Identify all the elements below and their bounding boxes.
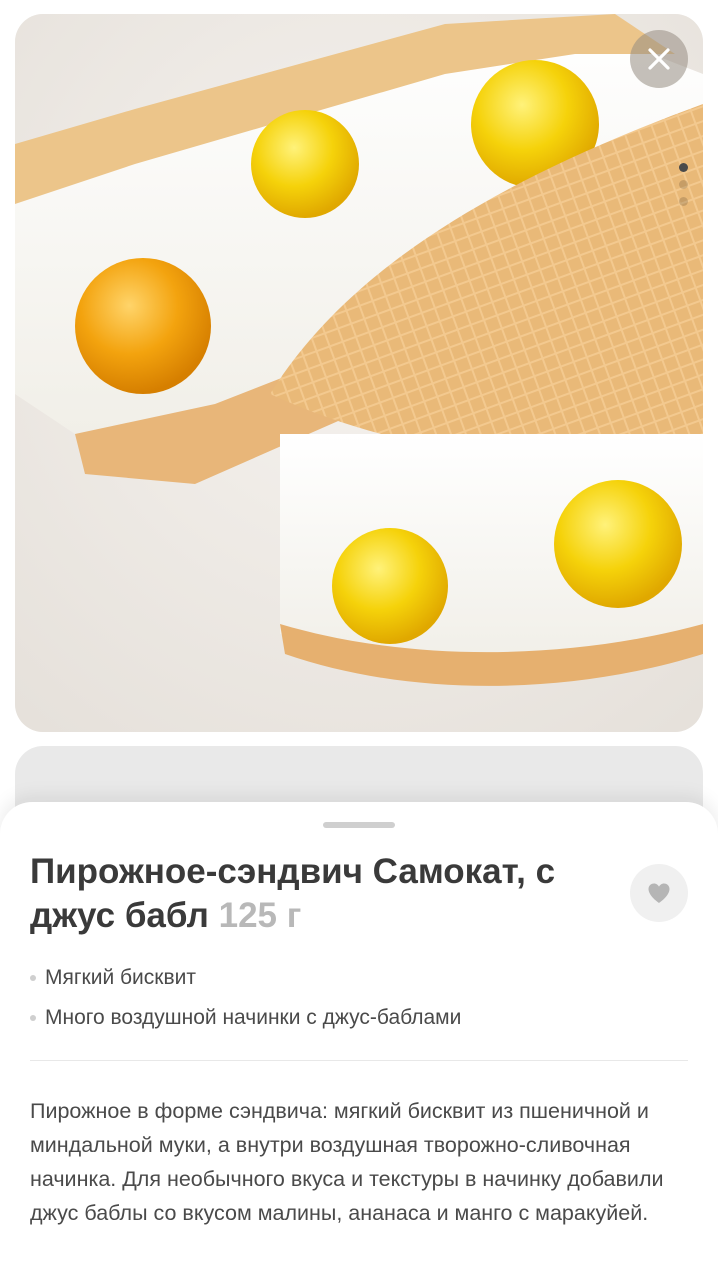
product-photo[interactable] xyxy=(15,14,703,732)
product-title: Пирожное-сэндвич Самокат, с джус бабл 12… xyxy=(30,850,610,938)
feature-text: Много воздушной начинки с джус-баблами xyxy=(45,1006,462,1029)
product-image xyxy=(15,14,703,732)
gallery-dot-active[interactable] xyxy=(678,163,688,172)
gallery-pagination[interactable] xyxy=(677,163,689,206)
close-button[interactable] xyxy=(630,30,688,88)
feature-item: Мягкий бисквит xyxy=(30,958,461,998)
product-sheet: Пирожное-сэндвич Самокат, с джус бабл 12… xyxy=(0,802,718,1280)
feature-item: Много воздушной начинки с джус-баблами xyxy=(30,998,461,1038)
product-weight: 125 г xyxy=(218,896,302,935)
bullet-icon xyxy=(30,975,36,981)
feature-text: Мягкий бисквит xyxy=(45,966,196,989)
close-icon xyxy=(648,48,670,70)
gallery-dot[interactable] xyxy=(678,197,688,206)
favorite-button[interactable] xyxy=(630,864,688,922)
feature-list: Мягкий бисквит Много воздушной начинки с… xyxy=(30,958,461,1038)
product-description: Пирожное в форме сэндвича: мягкий бискви… xyxy=(30,1099,664,1225)
heart-icon xyxy=(648,883,670,903)
sheet-grabber[interactable] xyxy=(323,822,395,828)
divider xyxy=(30,1060,688,1061)
bullet-icon xyxy=(30,1015,36,1021)
gallery-dot[interactable] xyxy=(678,180,688,189)
